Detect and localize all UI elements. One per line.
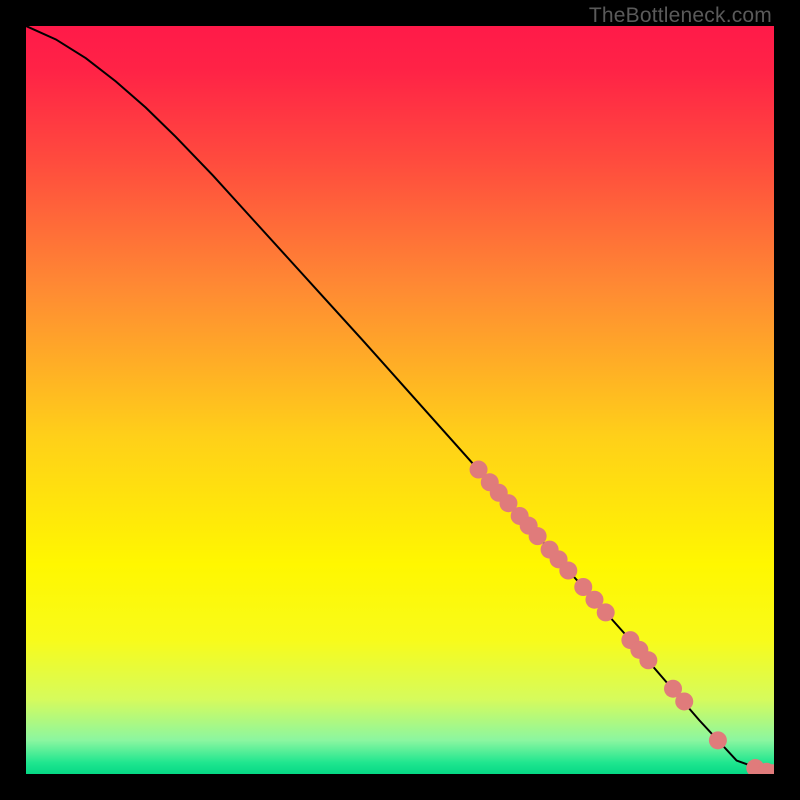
chart-plot: [26, 26, 774, 774]
watermark-text: TheBottleneck.com: [589, 4, 772, 28]
data-point: [709, 731, 727, 749]
data-point: [675, 692, 693, 710]
data-point: [529, 527, 547, 545]
chart-frame: [26, 26, 774, 774]
data-point: [597, 603, 615, 621]
data-point: [639, 651, 657, 669]
chart-background: [26, 26, 774, 774]
data-point: [559, 562, 577, 580]
